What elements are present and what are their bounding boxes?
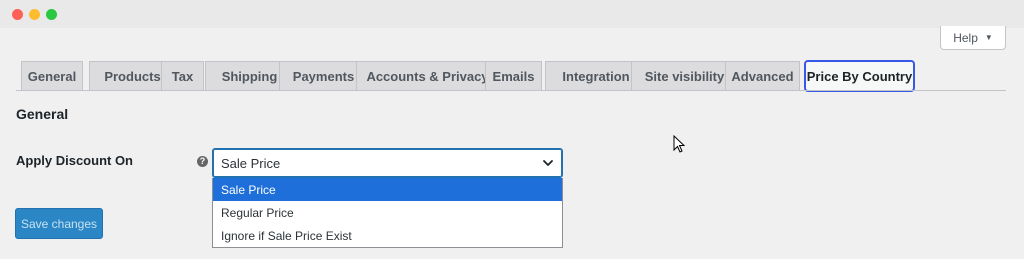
settings-window: Help ▼ General Products Tax Shipping Pay… — [0, 0, 1024, 259]
tab-site-visibility[interactable]: Site visibility — [631, 61, 738, 90]
apply-discount-dropdown: Sale Price Regular Price Ignore if Sale … — [212, 178, 563, 248]
maximize-window-button[interactable] — [46, 9, 57, 20]
close-window-button[interactable] — [12, 9, 23, 20]
caret-down-icon: ▼ — [984, 33, 993, 42]
tab-advanced[interactable]: Advanced — [725, 61, 800, 90]
option-sale-price[interactable]: Sale Price — [213, 178, 562, 201]
tab-emails[interactable]: Emails — [485, 61, 542, 90]
select-current-value: Sale Price — [221, 155, 281, 171]
minimize-window-button[interactable] — [29, 9, 40, 20]
tab-payments[interactable]: Payments — [279, 61, 368, 90]
save-changes-button[interactable]: Save changes — [15, 208, 103, 239]
mouse-pointer-icon — [673, 135, 686, 153]
window-titlebar — [0, 0, 1024, 28]
chevron-down-icon — [543, 160, 553, 166]
apply-discount-label: Apply Discount On — [16, 153, 133, 168]
tab-general[interactable]: General — [21, 61, 83, 90]
option-ignore-if-sale-price-exist[interactable]: Ignore if Sale Price Exist — [213, 224, 562, 247]
help-button-label: Help — [953, 30, 978, 45]
tab-accounts-privacy[interactable]: Accounts & Privacy — [356, 61, 499, 90]
question-circle-icon[interactable]: ? — [197, 156, 208, 167]
apply-discount-select[interactable]: Sale Price — [212, 148, 563, 178]
help-button[interactable]: Help ▼ — [940, 26, 1006, 50]
tab-tax[interactable]: Tax — [161, 61, 204, 90]
tabs-divider — [16, 90, 1006, 91]
tab-price-by-country[interactable]: Price By Country — [804, 60, 915, 92]
section-title: General — [16, 106, 69, 122]
option-regular-price[interactable]: Regular Price — [213, 201, 562, 224]
